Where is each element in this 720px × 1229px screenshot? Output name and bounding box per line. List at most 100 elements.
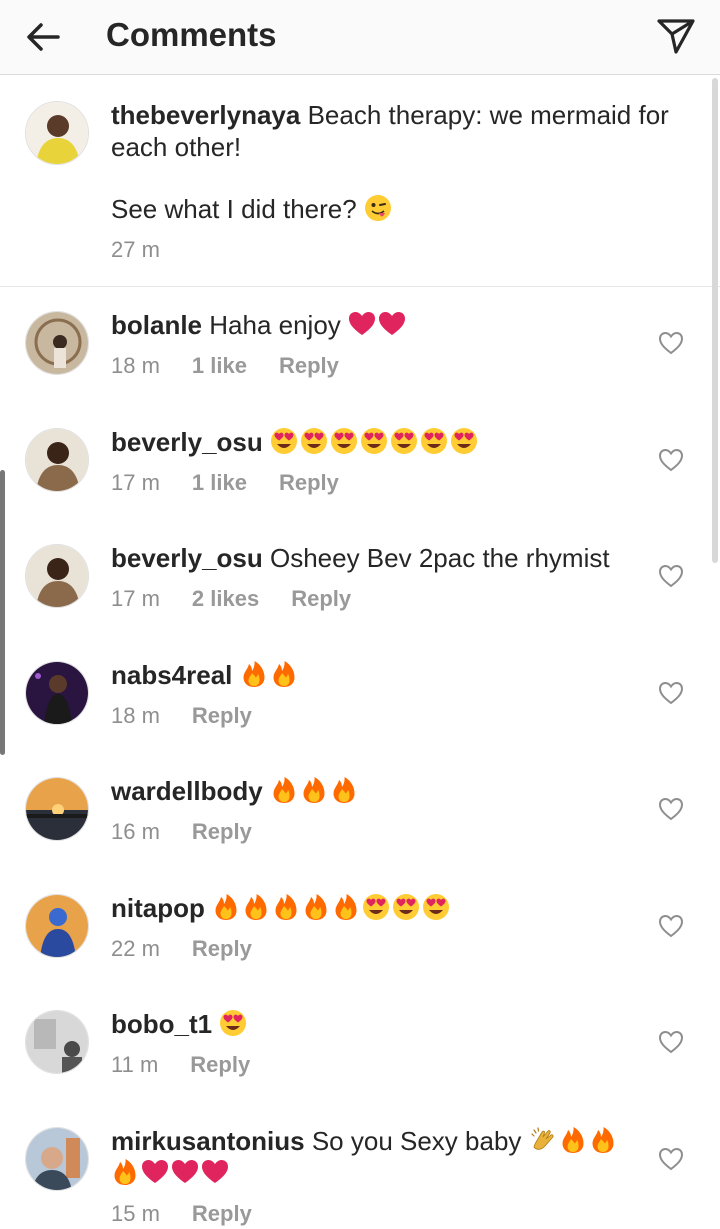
comment-text: nabs4real — [111, 659, 631, 691]
comment-timestamp: 17 m — [111, 586, 160, 611]
comment-row: bobo_t1 11 m Reply — [0, 986, 720, 1102]
comment-row: nitapop 22 m Reply — [0, 870, 720, 986]
comment-meta: 11 m Reply — [111, 1052, 282, 1078]
post-caption: thebeverlynaya Beach therapy: we mermaid… — [0, 75, 720, 287]
like-heart-icon[interactable] — [658, 564, 684, 588]
fire-icon — [305, 893, 327, 920]
reply-button[interactable]: Reply — [190, 1052, 250, 1078]
comment-row: wardellbody 16 m Reply — [0, 753, 720, 869]
comment-username[interactable]: mirkusantonius — [111, 1126, 305, 1156]
likes-count[interactable]: 2 likes — [192, 586, 259, 612]
avatar[interactable] — [25, 660, 89, 725]
comment-username[interactable]: nitapop — [111, 893, 205, 923]
comment-timestamp: 15 m — [111, 1200, 160, 1226]
reply-button[interactable]: Reply — [279, 470, 339, 496]
heart-icon — [379, 312, 406, 335]
likes-count[interactable]: 1 like — [192, 353, 247, 379]
comment-row: beverly_osu 17 m 1 like Reply — [0, 404, 720, 520]
like-heart-icon[interactable] — [658, 448, 684, 472]
reply-button[interactable]: Reply — [192, 1201, 252, 1227]
comment-meta: 17 m 1 like Reply — [111, 470, 371, 496]
reply-button[interactable]: Reply — [279, 353, 339, 379]
reply-button[interactable]: Reply — [192, 936, 252, 962]
fire-icon — [592, 1126, 614, 1153]
like-heart-icon[interactable] — [658, 1030, 684, 1054]
comment-body: So you Sexy baby — [311, 1125, 522, 1156]
heart-eyes-icon — [220, 1010, 247, 1036]
reply-button[interactable]: Reply — [192, 819, 252, 845]
fire-icon — [562, 1126, 584, 1153]
comment-text: wardellbody — [111, 775, 631, 807]
comment-username[interactable]: bolanle — [111, 310, 202, 340]
comment-timestamp: 18 m — [111, 353, 160, 378]
avatar[interactable] — [25, 1010, 89, 1074]
comment-body: Haha enjoy — [209, 310, 341, 340]
fire-icon — [335, 893, 357, 920]
clapping-hands-icon — [531, 1126, 554, 1150]
caption-timestamp: 27 m — [111, 237, 160, 262]
heart-eyes-icon — [450, 427, 477, 454]
fire-icon — [275, 893, 297, 920]
caption-line-2: See what I did there? — [111, 194, 357, 224]
share-button[interactable] — [654, 14, 698, 58]
heart-eyes-icon — [300, 427, 327, 454]
fire-icon — [114, 1158, 136, 1185]
comment-text: bobo_t1 — [111, 1008, 631, 1040]
fire-icon — [245, 893, 267, 920]
comment-meta: 18 m 1 like Reply — [111, 353, 371, 379]
comment-text: mirkusantonius So you Sexy baby — [111, 1125, 621, 1189]
comment-username[interactable]: bobo_t1 — [111, 1009, 212, 1039]
comment-text: beverly_osu Osheey Bev 2pac the rhymist — [111, 542, 631, 574]
comment-body: Osheey Bev 2pac the rhymist — [269, 543, 610, 573]
comment-meta: 22 m Reply — [111, 936, 284, 962]
comment-username[interactable]: beverly_osu — [111, 427, 263, 457]
heart-eyes-icon — [390, 427, 417, 454]
heart-eyes-icon — [393, 893, 420, 920]
comment-username[interactable]: beverly_osu — [111, 543, 263, 573]
scrollbar[interactable] — [712, 78, 718, 563]
scroll-indicator — [0, 470, 5, 755]
comment-timestamp: 22 m — [111, 935, 160, 961]
comment-username[interactable]: nabs4real — [111, 660, 232, 690]
fire-icon — [215, 893, 237, 920]
avatar[interactable] — [25, 544, 89, 608]
like-heart-icon[interactable] — [658, 797, 684, 821]
heart-eyes-icon — [330, 427, 357, 454]
comment-meta: 16 m Reply — [111, 819, 284, 845]
likes-count[interactable]: 1 like — [192, 470, 247, 496]
avatar[interactable] — [25, 427, 89, 492]
heart-icon — [202, 1159, 228, 1183]
comment-row: beverly_osu Osheey Bev 2pac the rhymist … — [0, 520, 720, 636]
caption-username[interactable]: thebeverlynaya — [111, 100, 300, 130]
app-header: Comments — [0, 0, 720, 75]
like-heart-icon[interactable] — [658, 331, 684, 355]
like-heart-icon[interactable] — [658, 1147, 684, 1171]
avatar[interactable] — [25, 777, 89, 841]
comment-username[interactable]: wardellbody — [111, 776, 263, 806]
comment-text: beverly_osu — [111, 426, 631, 458]
arrow-left-icon — [27, 23, 60, 51]
avatar[interactable] — [25, 893, 89, 958]
back-button[interactable] — [22, 16, 64, 58]
avatar[interactable] — [25, 311, 89, 375]
heart-icon — [142, 1159, 168, 1183]
comment-timestamp: 16 m — [111, 819, 160, 844]
like-heart-icon[interactable] — [658, 914, 684, 938]
comment-meta: 17 m 2 likes Reply — [111, 586, 383, 612]
avatar[interactable] — [25, 1126, 89, 1191]
comment-text: bolanle Haha enjoy — [111, 309, 631, 341]
comment-timestamp: 11 m — [111, 1052, 159, 1077]
comment-text: nitapop — [111, 892, 631, 924]
comment-timestamp: 18 m — [111, 702, 160, 728]
avatar[interactable] — [25, 101, 89, 165]
fire-icon — [333, 777, 355, 803]
heart-eyes-icon — [420, 427, 447, 454]
heart-eyes-icon — [423, 893, 450, 920]
fire-icon — [273, 777, 295, 803]
like-heart-icon[interactable] — [658, 681, 684, 705]
fire-icon — [303, 777, 325, 803]
reply-button[interactable]: Reply — [192, 703, 252, 729]
page-title: Comments — [106, 16, 277, 53]
reply-button[interactable]: Reply — [291, 586, 351, 612]
comment-timestamp: 17 m — [111, 469, 160, 495]
